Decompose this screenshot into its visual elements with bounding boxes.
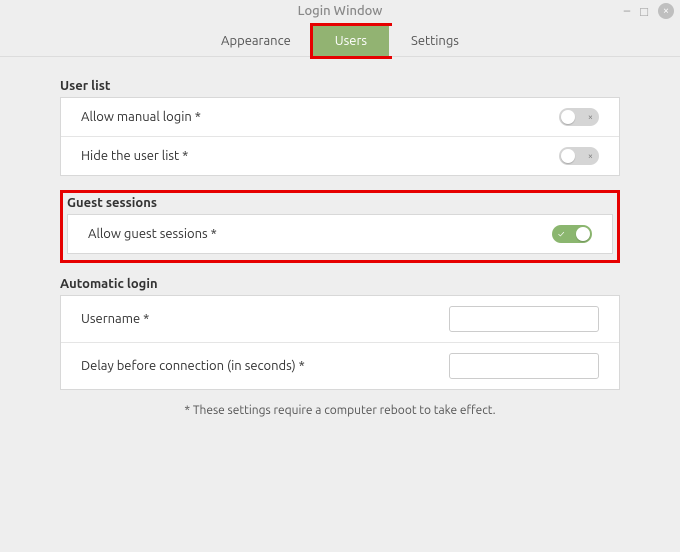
label-hide-user-list: Hide the user list * [81, 149, 188, 163]
label-username: Username * [81, 312, 149, 326]
tab-appearance[interactable]: Appearance [199, 26, 313, 56]
row-allow-guest-sessions: Allow guest sessions * ✓ [68, 215, 612, 253]
maximize-icon[interactable]: □ [640, 4, 648, 19]
window-title: Login Window [298, 4, 383, 18]
toggle-allow-guest-sessions[interactable]: ✓ [552, 225, 592, 243]
section-title-guest-sessions: Guest sessions [67, 196, 613, 210]
label-allow-guest-sessions: Allow guest sessions * [88, 227, 217, 241]
toggle-off-mark-icon: × [588, 112, 593, 122]
content-area: User list Allow manual login * × Hide th… [0, 57, 680, 437]
label-allow-manual-login: Allow manual login * [81, 110, 201, 124]
section-title-automatic-login: Automatic login [60, 277, 620, 291]
highlight-guest-sessions: Guest sessions Allow guest sessions * ✓ [60, 190, 620, 263]
tab-bar: Appearance Users Settings [0, 22, 680, 57]
row-allow-manual-login: Allow manual login * × [61, 98, 619, 136]
tab-settings[interactable]: Settings [389, 26, 481, 56]
titlebar: Login Window – □ × [0, 0, 680, 22]
window-controls: – □ × [624, 3, 674, 19]
toggle-on-check-icon: ✓ [558, 229, 564, 239]
highlight-users-tab: Users [310, 23, 392, 59]
section-automatic-login: Automatic login Username * Delay before … [60, 277, 620, 390]
label-delay: Delay before connection (in seconds) * [81, 359, 305, 373]
close-icon[interactable]: × [658, 3, 674, 19]
footer-note: * These settings require a computer rebo… [60, 404, 620, 417]
automatic-login-group: Username * Delay before connection (in s… [60, 295, 620, 390]
toggle-knob [561, 149, 575, 163]
toggle-allow-manual-login[interactable]: × [559, 108, 599, 126]
toggle-off-mark-icon: × [588, 151, 593, 161]
tab-users[interactable]: Users [313, 26, 389, 56]
section-user-list: User list Allow manual login * × Hide th… [60, 79, 620, 176]
username-input[interactable] [449, 306, 599, 332]
row-delay: Delay before connection (in seconds) * [61, 342, 619, 389]
toggle-knob [576, 227, 590, 241]
delay-input[interactable] [449, 353, 599, 379]
toggle-hide-user-list[interactable]: × [559, 147, 599, 165]
user-list-group: Allow manual login * × Hide the user lis… [60, 97, 620, 176]
row-username: Username * [61, 296, 619, 342]
guest-sessions-group: Allow guest sessions * ✓ [67, 214, 613, 254]
row-hide-user-list: Hide the user list * × [61, 136, 619, 175]
toggle-knob [561, 110, 575, 124]
section-title-user-list: User list [60, 79, 620, 93]
minimize-icon[interactable]: – [624, 4, 630, 18]
